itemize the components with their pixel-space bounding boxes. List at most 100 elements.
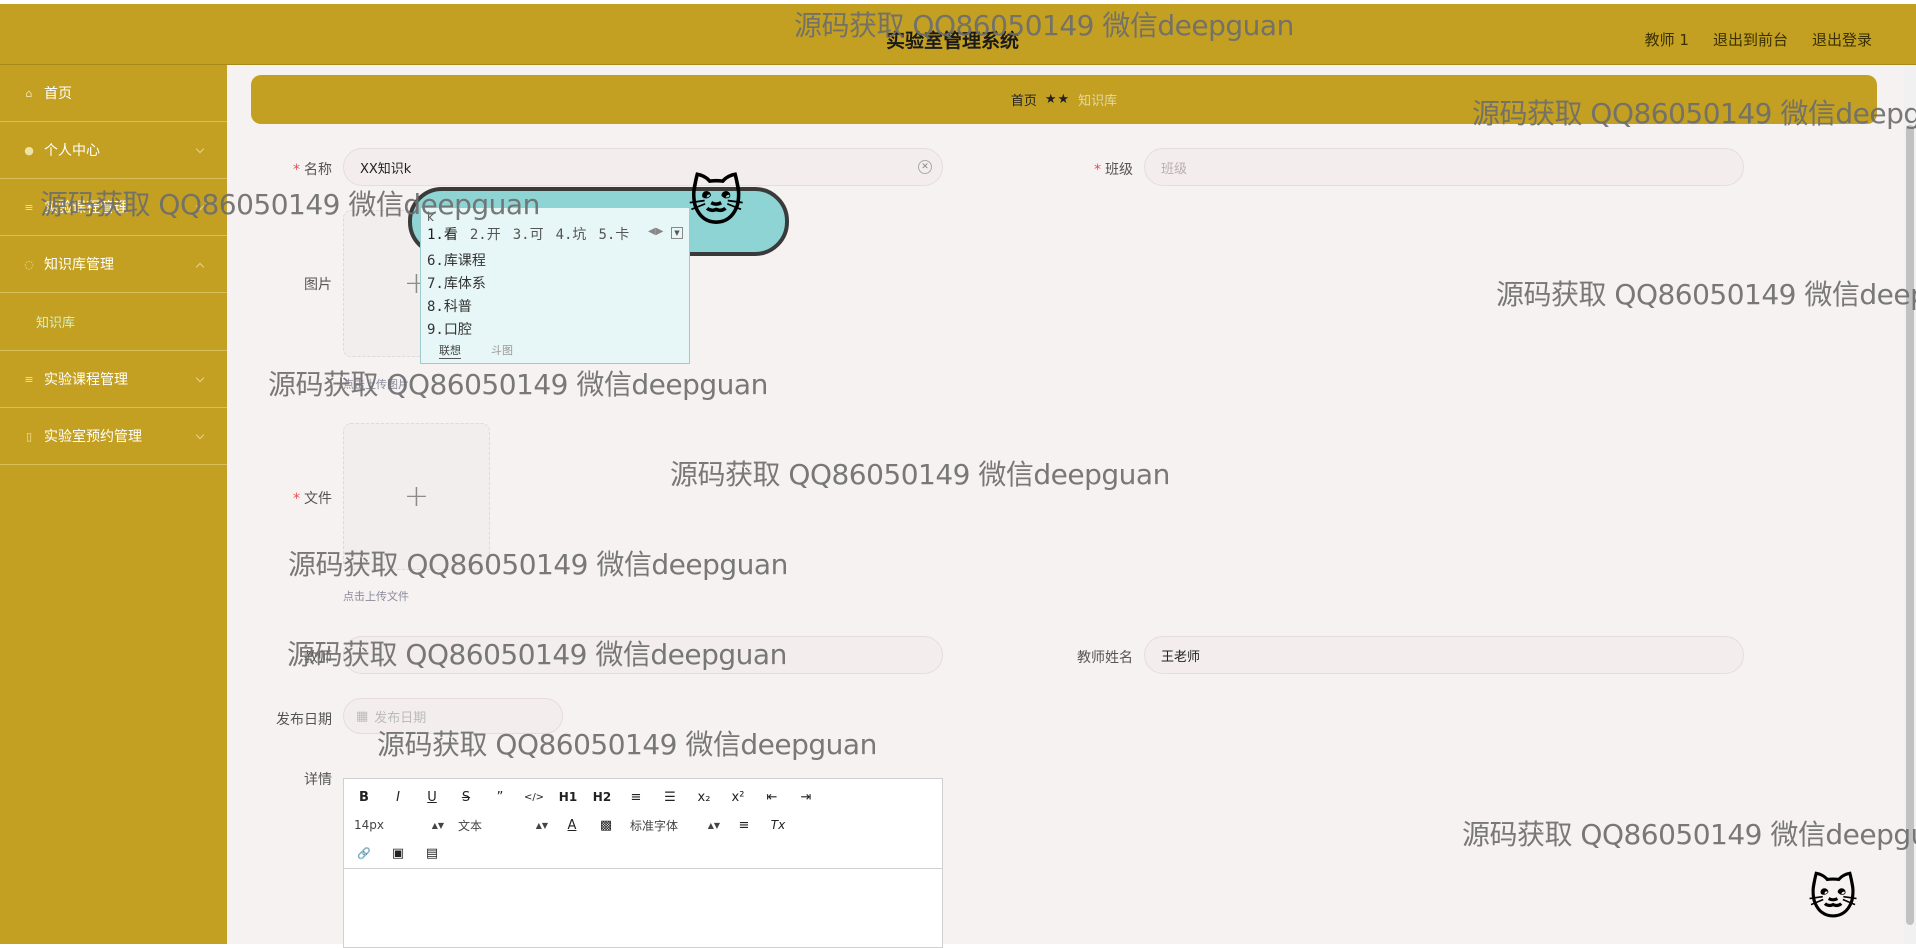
ime-mascot-icon: 🐱 bbox=[1808, 870, 1859, 926]
superscript-button[interactable]: x² bbox=[728, 787, 748, 807]
italic-button[interactable]: I bbox=[388, 787, 408, 807]
globe-icon: ◌ bbox=[24, 257, 34, 271]
top-header: 实验室管理系统 教师 1 退出到前台 退出登录 bbox=[0, 4, 1916, 65]
name-input-value: XX知识k bbox=[360, 161, 412, 177]
ime-candidate[interactable]: 6.库课程 bbox=[427, 250, 486, 273]
heading2-button[interactable]: H2 bbox=[592, 787, 612, 807]
sidebar-item-course-management[interactable]: ≡ 实验课程管理 bbox=[0, 179, 227, 236]
breadcrumb-separator: ★★ bbox=[1044, 92, 1071, 107]
ime-candidate[interactable]: 4.坑 bbox=[556, 224, 587, 244]
sidebar-subitem-knowledge-base[interactable]: 知识库 bbox=[0, 293, 227, 351]
teacher-name-input[interactable]: 王老师 bbox=[1144, 636, 1744, 674]
back-to-front-link[interactable]: 退出到前台 bbox=[1713, 29, 1788, 50]
clear-icon[interactable]: ✕ bbox=[918, 160, 932, 174]
heading1-button[interactable]: H1 bbox=[558, 787, 578, 807]
chevron-up-icon bbox=[195, 262, 205, 272]
video-button[interactable]: ▤ bbox=[422, 843, 442, 863]
rich-text-editor[interactable]: B I U S ” </> H1 H2 ≡ ☰ x₂ x² ⇤ ⇥ 14px ▲▼… bbox=[343, 778, 943, 948]
select-arrow-icon: ▲▼ bbox=[431, 820, 444, 830]
sidebar-item-personal-center[interactable]: ● 个人中心 bbox=[0, 122, 227, 179]
outdent-button[interactable]: ⇤ bbox=[762, 787, 782, 807]
strike-button[interactable]: S bbox=[456, 787, 476, 807]
app-title: 实验室管理系统 bbox=[886, 30, 1020, 52]
ime-candidate-row: 1.看 2.开 3.可 4.坑 5.卡 bbox=[427, 224, 629, 244]
ime-candidate[interactable]: 2.开 bbox=[470, 224, 501, 244]
menu-icon: ≡ bbox=[24, 372, 34, 386]
select-arrow-icon: ▲▼ bbox=[707, 820, 720, 830]
editor-toolbar: B I U S ” </> H1 H2 ≡ ☰ x₂ x² ⇤ ⇥ 14px ▲▼… bbox=[344, 779, 942, 869]
logout-link[interactable]: 退出登录 bbox=[1812, 29, 1872, 50]
link-button[interactable]: 🔗 bbox=[354, 843, 374, 863]
teacher-account-input[interactable] bbox=[343, 636, 943, 674]
breadcrumb-home[interactable]: 首页 bbox=[1011, 90, 1037, 109]
home-icon: ⌂ bbox=[25, 86, 33, 100]
ime-candidate[interactable]: 1.看 bbox=[427, 224, 458, 244]
sidebar-item-lab-booking-management[interactable]: ▯ 实验室预约管理 bbox=[0, 408, 227, 465]
text-type-select[interactable]: 文本 ▲▼ bbox=[458, 817, 548, 834]
mic-icon: ▯ bbox=[25, 429, 33, 443]
ime-input-code: k bbox=[427, 210, 434, 224]
ime-candidate[interactable]: 9.口腔 bbox=[427, 319, 486, 342]
font-color-icon[interactable]: A bbox=[562, 815, 582, 835]
breadcrumb: 首页 ★★ 知识库 bbox=[251, 75, 1877, 124]
ime-expand-icon[interactable]: ▼ bbox=[671, 227, 683, 239]
indent-button[interactable]: ⇥ bbox=[796, 787, 816, 807]
file-label: * 文件 bbox=[293, 491, 332, 507]
ime-mascot-icon: 🐱 bbox=[688, 170, 745, 233]
ime-tab-sticker[interactable]: 斗图 bbox=[491, 342, 513, 359]
sidebar-item-home[interactable]: ⌂ 首页 bbox=[0, 65, 227, 122]
name-label: * 名称 bbox=[293, 162, 332, 178]
sidebar-item-label: 知识库 bbox=[36, 316, 76, 331]
sidebar-item-label: 实验课程管理 bbox=[44, 200, 128, 216]
detail-label: 详情 bbox=[304, 772, 332, 788]
subscript-button[interactable]: x₂ bbox=[694, 787, 714, 807]
sidebar-item-label: 个人中心 bbox=[44, 143, 100, 159]
ordered-list-button[interactable]: ≡ bbox=[626, 787, 646, 807]
ime-candidate[interactable]: 7.库体系 bbox=[427, 273, 486, 296]
ime-tab-association[interactable]: 联想 bbox=[439, 342, 461, 359]
page-scrollbar[interactable] bbox=[1904, 65, 1916, 944]
sidebar-item-label: 实验课程管理 bbox=[44, 372, 128, 388]
chevron-down-icon bbox=[195, 373, 205, 383]
publish-date-picker[interactable]: ▦ 发布日期 bbox=[343, 698, 563, 734]
image-button[interactable]: ▣ bbox=[388, 843, 408, 863]
font-family-select[interactable]: 标准字体 ▲▼ bbox=[630, 817, 720, 834]
font-size-select[interactable]: 14px ▲▼ bbox=[354, 818, 444, 832]
ime-candidate[interactable]: 5.卡 bbox=[598, 224, 629, 244]
bold-button[interactable]: B bbox=[354, 787, 374, 807]
teacher-name-label: 教师姓名 bbox=[1077, 650, 1133, 666]
sidebar-item-label: 知识库管理 bbox=[44, 257, 114, 273]
sidebar-item-lab-course-management[interactable]: ≡ 实验课程管理 bbox=[0, 351, 227, 408]
ime-candidate-window[interactable]: k 1.看 2.开 3.可 4.坑 5.卡 ◀▶ ▼ 6.库课程 7.库体系 8… bbox=[420, 207, 690, 364]
clear-format-button[interactable]: Tx bbox=[768, 815, 788, 835]
background-color-icon[interactable]: ▩ bbox=[596, 815, 616, 835]
underline-button[interactable]: U bbox=[422, 787, 442, 807]
plus-icon: + bbox=[403, 479, 430, 514]
image-label: 图片 bbox=[304, 277, 332, 293]
select-arrow-icon: ▲▼ bbox=[535, 820, 548, 830]
header-links: 教师 1 退出到前台 退出登录 bbox=[1645, 29, 1872, 50]
user-label[interactable]: 教师 1 bbox=[1645, 29, 1689, 50]
calendar-icon: ▦ bbox=[356, 708, 369, 724]
ime-candidate[interactable]: 8.科普 bbox=[427, 296, 486, 319]
ime-page-arrows-icon[interactable]: ◀▶ bbox=[648, 226, 663, 237]
scrollbar-thumb[interactable] bbox=[1906, 125, 1914, 925]
class-input-placeholder: 班级 bbox=[1161, 161, 1188, 177]
blockquote-button[interactable]: ” bbox=[490, 787, 510, 807]
publish-date-placeholder: 发布日期 bbox=[374, 710, 427, 726]
teacher-account-label: 教师 bbox=[304, 650, 332, 666]
ime-candidate[interactable]: 3.可 bbox=[513, 224, 544, 244]
ime-more-candidates: 6.库课程 7.库体系 8.科普 9.口腔 bbox=[427, 250, 486, 342]
align-button[interactable]: ≡ bbox=[734, 815, 754, 835]
class-input[interactable]: 班级 bbox=[1144, 148, 1744, 186]
ime-tabs: 联想 斗图 bbox=[439, 342, 513, 359]
name-input[interactable]: XX知识k ✕ bbox=[343, 148, 943, 186]
breadcrumb-current: 知识库 bbox=[1078, 94, 1118, 109]
bullet-list-button[interactable]: ☰ bbox=[660, 787, 680, 807]
file-upload[interactable]: + bbox=[343, 423, 490, 570]
sidebar-item-knowledge-management[interactable]: ◌ 知识库管理 bbox=[0, 236, 227, 293]
sidebar: ⌂ 首页 ● 个人中心 ≡ 实验课程管理 ◌ 知识库管理 知识库 ≡ 实验课程管… bbox=[0, 65, 227, 944]
publish-date-label: 发布日期 bbox=[276, 712, 332, 728]
code-block-button[interactable]: </> bbox=[524, 787, 544, 807]
toolbar-row-1: B I U S ” </> H1 H2 ≡ ☰ x₂ x² ⇤ ⇥ bbox=[354, 785, 932, 809]
